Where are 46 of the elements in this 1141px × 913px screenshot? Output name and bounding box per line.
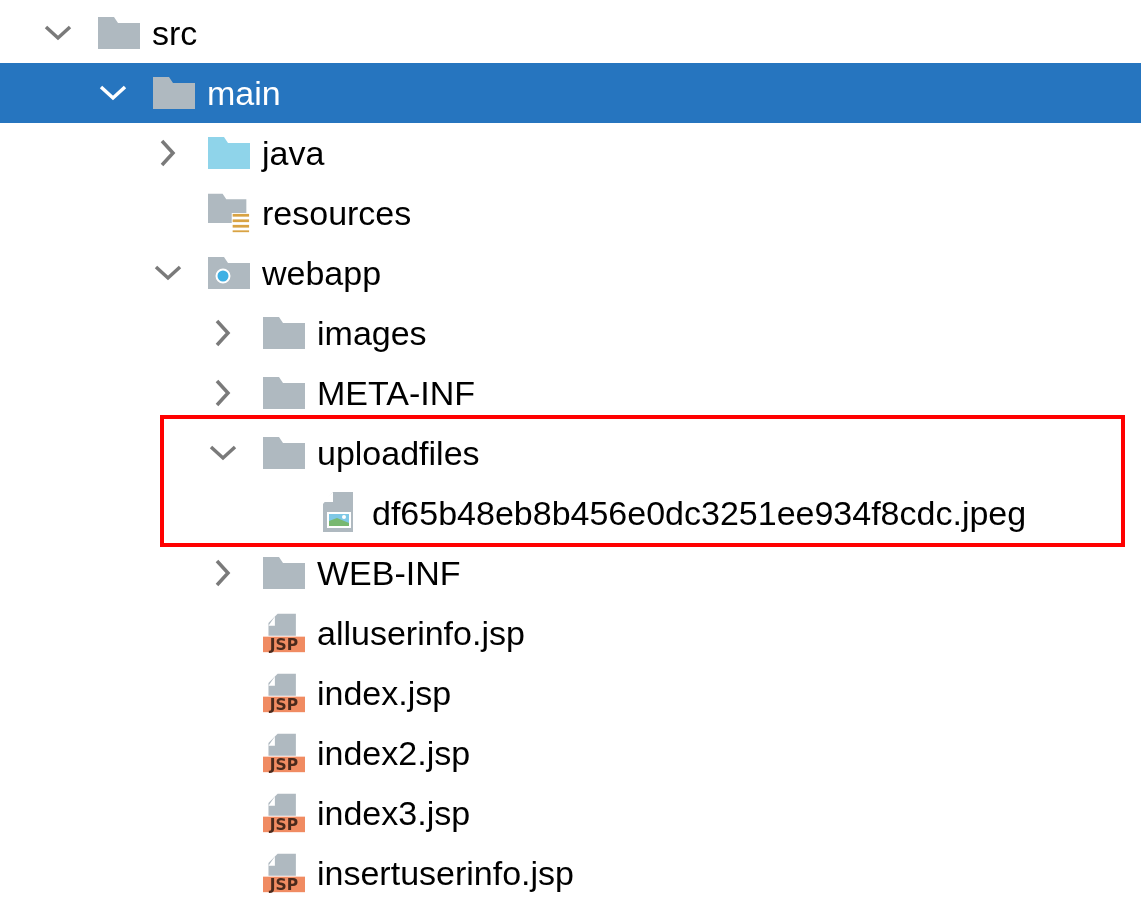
folder-icon — [153, 77, 195, 109]
image-file-icon — [323, 492, 355, 534]
item-label: index3.jsp — [317, 796, 471, 830]
tree-row[interactable]: df65b48eb8b456e0dc3251ee934f8cdc.jpeg — [164, 483, 1121, 543]
item-label: WEB-INF — [317, 556, 461, 590]
item-label: insertuserinfo.jsp — [317, 856, 574, 890]
item-label: resources — [262, 196, 412, 230]
tree-row[interactable]: main — [0, 63, 1141, 123]
tree-row[interactable]: JSP index.jsp — [0, 663, 1141, 723]
tree-row[interactable]: webapp — [0, 243, 1141, 303]
folder-icon — [263, 317, 305, 349]
item-label: uploadfiles — [317, 436, 480, 470]
folder-icon — [208, 137, 250, 169]
chevron-right-icon[interactable] — [215, 319, 231, 347]
item-label: alluserinfo.jsp — [317, 616, 525, 650]
tree-row[interactable]: WEB-INF — [0, 543, 1141, 603]
tree-row[interactable]: JSP alluserinfo.jsp — [0, 603, 1141, 663]
tree-row[interactable]: java — [0, 123, 1141, 183]
folder-with-lines-icon — [208, 192, 250, 234]
chevron-right-icon[interactable] — [160, 139, 176, 167]
item-label: index2.jsp — [317, 736, 471, 770]
tree-row[interactable]: JSP index3.jsp — [0, 783, 1141, 843]
folder-icon — [98, 17, 140, 49]
folder-icon — [263, 437, 305, 469]
chevron-right-icon[interactable] — [215, 559, 231, 587]
chevron-right-icon[interactable] — [215, 379, 231, 407]
chevron-down-icon[interactable] — [209, 445, 237, 461]
tree-row[interactable]: src — [0, 3, 1141, 63]
tree-row[interactable]: JSP insertuserinfo.jsp — [0, 843, 1141, 903]
folder-icon — [263, 557, 305, 589]
item-label: META-INF — [317, 376, 475, 410]
folder-icon — [263, 377, 305, 409]
chevron-down-icon[interactable] — [44, 25, 72, 41]
tree-row[interactable]: uploadfiles — [164, 423, 1121, 483]
item-label: main — [207, 76, 281, 110]
item-label: java — [262, 136, 325, 170]
tree-row[interactable]: META-INF — [0, 363, 1141, 423]
item-label: index.jsp — [317, 676, 452, 710]
chevron-down-icon[interactable] — [154, 265, 182, 281]
tree-row[interactable]: JSP index2.jsp — [0, 723, 1141, 783]
item-label: webapp — [262, 256, 382, 290]
tree-row[interactable]: resources — [0, 183, 1141, 243]
item-label: df65b48eb8b456e0dc3251ee934f8cdc.jpeg — [372, 496, 1027, 530]
item-label: images — [317, 316, 427, 350]
tree-row[interactable]: images — [0, 303, 1141, 363]
item-label: src — [152, 16, 198, 50]
